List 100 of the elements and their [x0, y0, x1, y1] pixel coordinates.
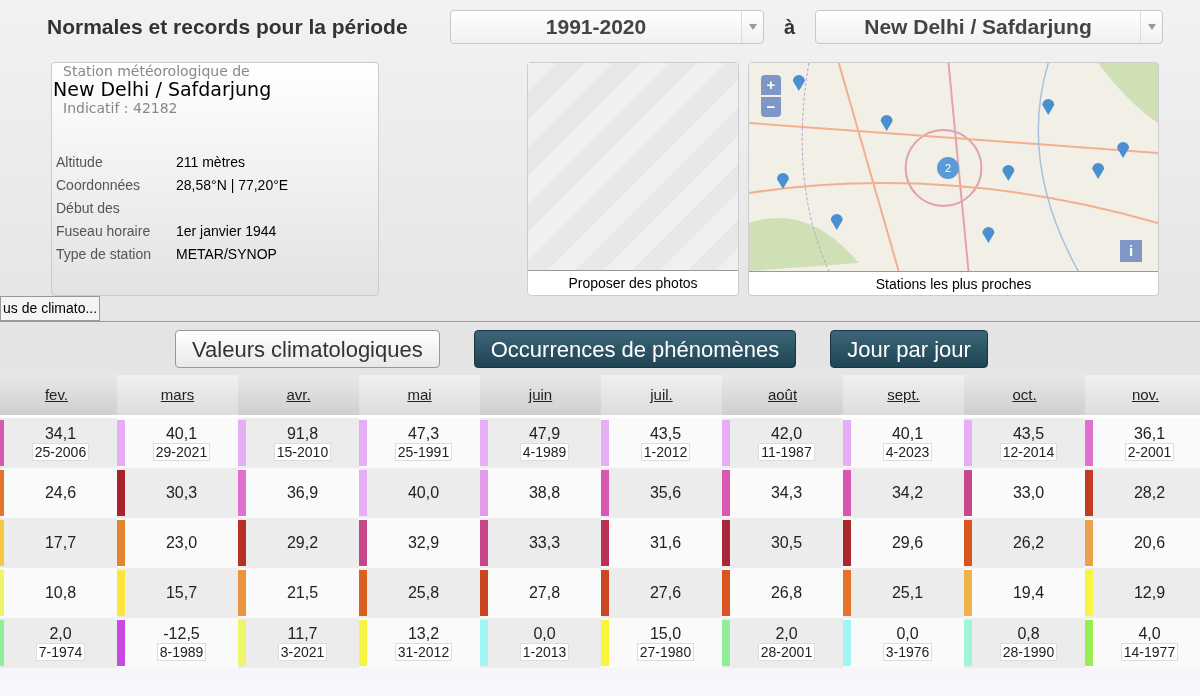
station-code: Indicatif : 42182 — [62, 100, 179, 117]
map-caption: Stations les plus proches — [749, 271, 1158, 295]
record-date: 4-2023 — [882, 443, 933, 461]
caret-icon — [1147, 24, 1156, 30]
record-date: 15-2010 — [273, 443, 332, 461]
detail-value: 28,58°N | 77,20°E — [176, 176, 289, 195]
record-date: 29-2021 — [152, 443, 211, 461]
cell-value: 19,4 — [1012, 584, 1045, 602]
cell-value: 47,9 — [528, 425, 561, 443]
cell-value: 27,8 — [528, 584, 561, 602]
view-tab[interactable]: Valeurs climatologiques — [175, 330, 440, 368]
detail-label: Coordonnées — [56, 176, 142, 195]
cell-value: 15,7 — [165, 584, 198, 602]
cell-value: 23,0 — [165, 534, 198, 552]
cell-value: 40,1 — [165, 425, 198, 443]
period-select[interactable]: 1991-2020 — [450, 10, 764, 44]
cell-value: 34,3 — [770, 484, 803, 502]
detail-label: Début des — [56, 199, 121, 218]
cell-value: 47,3 — [407, 425, 440, 443]
record-date: 11-1987 — [758, 443, 815, 461]
cell-value: 17,7 — [44, 534, 77, 552]
cell-value: 91,8 — [286, 425, 319, 443]
cell-value: 36,1 — [1133, 425, 1166, 443]
cell-value: 36,9 — [286, 484, 319, 502]
column-header[interactable]: nov. — [1085, 375, 1200, 418]
detail-label: Altitude — [56, 153, 104, 172]
station-name: New Delhi / Safdarjung — [52, 79, 273, 99]
record-date: 1-2013 — [519, 643, 570, 661]
cell-value: 2,0 — [49, 625, 72, 643]
cell-value: 25,1 — [891, 584, 924, 602]
detail-value: METAR/SYNOP — [176, 245, 277, 264]
cell-value: 0,0 — [896, 625, 919, 643]
record-date: 1-2012 — [640, 443, 691, 461]
cell-value: 43,5 — [649, 425, 682, 443]
detail-value: 1er janvier 1944 — [176, 222, 277, 241]
cell-value: 27,6 — [649, 584, 682, 602]
cell-value: 35,6 — [649, 484, 682, 502]
cell-value: 38,8 — [528, 484, 561, 502]
caret-icon — [748, 24, 757, 30]
record-date: 2-2001 — [1124, 443, 1175, 461]
cell-value: 20,6 — [1133, 534, 1166, 552]
cell-value: 30,5 — [770, 534, 803, 552]
cell-value: 34,1 — [44, 425, 77, 443]
record-date: 3-2021 — [277, 643, 328, 661]
detail-label: Type de station — [56, 245, 152, 264]
side-tab[interactable]: us de climato... — [0, 296, 101, 321]
record-date: 8-1989 — [156, 643, 207, 661]
view-tab[interactable]: Occurrences de phénomènes — [473, 330, 797, 368]
cell-value: 12,9 — [1133, 584, 1166, 602]
cell-value: 40,0 — [407, 484, 440, 502]
cell-value: 43,5 — [1012, 425, 1045, 443]
cell-value: 24,6 — [44, 484, 77, 502]
cell-value: 0,0 — [533, 625, 556, 643]
cell-value: 26,8 — [770, 584, 803, 602]
column-header[interactable]: mars — [117, 375, 238, 418]
cell-value: 0,8 — [1017, 625, 1040, 643]
record-date: 14-1977 — [1120, 643, 1179, 661]
cell-value: 26,2 — [1012, 534, 1045, 552]
station-select[interactable]: New Delhi / Safdarjung — [815, 10, 1163, 44]
station-caption: Station météorologique de — [62, 63, 251, 79]
cell-value: 25,8 — [407, 584, 440, 602]
cell-value: 15,0 — [649, 625, 682, 643]
cell-value: 11,7 — [287, 625, 318, 643]
column-header[interactable]: mai — [359, 375, 480, 418]
cell-value: 29,6 — [891, 534, 924, 552]
cell-value: 42,0 — [770, 425, 803, 443]
record-date: 31-2012 — [394, 643, 453, 661]
cell-value: 40,1 — [891, 425, 924, 443]
photos-panel[interactable]: Proposer des photos — [527, 62, 739, 296]
record-date: 7-1974 — [35, 643, 86, 661]
page-title: Normales et records pour la période — [47, 14, 409, 41]
cell-value: 29,2 — [286, 534, 319, 552]
connector-text: à — [782, 15, 797, 40]
record-date: 28-2001 — [757, 643, 816, 661]
detail-label: Fuseau horaire — [56, 222, 152, 241]
cell-value: 21,5 — [286, 584, 319, 602]
cell-value: 31,6 — [649, 534, 682, 552]
photos-caption: Proposer des photos — [567, 274, 699, 293]
column-header[interactable]: juil. — [601, 375, 722, 418]
cell-value: 4,0 — [1138, 625, 1161, 643]
record-date: 3-1976 — [882, 643, 933, 661]
detail-value: 211 mètres — [176, 153, 245, 172]
record-date: 25-1991 — [394, 443, 453, 461]
record-date: 4-1989 — [519, 443, 570, 461]
cell-value: 34,2 — [891, 484, 924, 502]
cell-value: -12,5 — [163, 625, 200, 643]
cell-value: 33,0 — [1012, 484, 1045, 502]
cell-value: 10,8 — [44, 584, 77, 602]
view-tab[interactable]: Jour par jour — [830, 330, 988, 368]
cell-value: 30,3 — [165, 484, 198, 502]
cell-value: 13,2 — [407, 625, 440, 643]
column-header[interactable]: sept. — [843, 375, 964, 418]
cell-value: 2,0 — [775, 625, 798, 643]
cell-value: 32,9 — [407, 534, 440, 552]
cell-value: 28,2 — [1133, 484, 1166, 502]
cell-value: 33,3 — [528, 534, 561, 552]
record-date: 12-2014 — [999, 443, 1058, 461]
record-date: 28-1990 — [999, 643, 1058, 661]
record-date: 27-1980 — [636, 643, 695, 661]
record-date: 25-2006 — [31, 443, 90, 461]
